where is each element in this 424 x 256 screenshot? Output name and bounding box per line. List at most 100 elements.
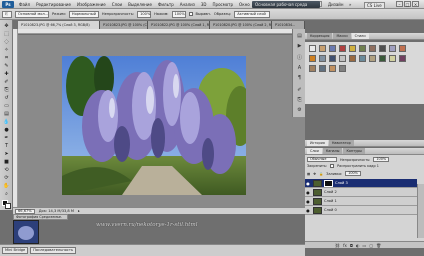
crop-tool-icon[interactable]: ⌗ [3,55,10,61]
style-swatch[interactable] [319,65,326,72]
lasso-tool-icon[interactable]: ◌ [3,39,10,45]
tab-layers[interactable]: Слои [307,148,322,154]
eraser-tool-icon[interactable]: ▭ [3,103,10,109]
lock-all-icon[interactable]: 🔒 [319,172,323,176]
path-selection-tool-icon[interactable]: ➤ [3,151,10,157]
style-swatch[interactable] [309,65,316,72]
paragraph-panel-icon[interactable]: ¶ [296,75,303,81]
tab-navigator[interactable]: Навигатор [328,140,354,146]
tab-adjustments[interactable]: Коррекция [307,33,333,39]
document-tab[interactable]: P1010822.JPG @ 100% (Слой 1, RGB/8) [148,21,210,29]
menu-item[interactable]: Анализ [177,2,198,7]
style-swatch[interactable] [389,55,396,62]
eye-icon[interactable]: ● [305,181,311,186]
design-workspace-link[interactable]: Дизайн [328,1,344,8]
style-swatch[interactable] [329,55,336,62]
menu-item[interactable]: Фильтр [155,2,177,7]
style-swatch[interactable] [309,55,316,62]
layer-mask-thumbnail[interactable] [324,179,333,187]
move-tool-icon[interactable]: ✥ [3,23,10,29]
menu-item[interactable]: Окно [236,2,253,7]
tab-styles[interactable]: Стили [351,33,369,39]
mode-select[interactable]: Нормальный [68,10,99,18]
type-tool-icon[interactable]: T [3,143,10,149]
style-swatch[interactable] [339,55,346,62]
style-swatch[interactable] [399,45,406,52]
eye-icon[interactable]: ● [305,208,311,213]
style-swatch[interactable] [309,45,316,52]
style-swatch[interactable] [319,45,326,52]
gradient-tool-icon[interactable]: ▤ [3,111,10,117]
minimized-document-thumbnail[interactable] [13,220,39,244]
brush-panel-icon[interactable]: ✐ [296,87,303,93]
blend-mode-select[interactable]: Обычные [307,157,337,162]
history-panel-icon[interactable]: ▤ [296,33,303,39]
document-canvas[interactable] [18,35,305,207]
style-swatch[interactable] [349,55,356,62]
blur-tool-icon[interactable]: 💧 [3,119,10,125]
style-swatch[interactable] [369,45,376,52]
layer-row[interactable]: ● Слой 0 [305,206,417,215]
lock-transparency-icon[interactable]: ▦ [307,172,310,176]
character-panel-icon[interactable]: A [296,65,303,71]
unify-checkbox[interactable] [330,164,335,168]
style-swatch[interactable] [329,65,336,72]
style-swatch[interactable] [359,55,366,62]
eyedropper-tool-icon[interactable]: ✎ [3,63,10,69]
history-brush-tool-icon[interactable]: ↺ [3,95,10,101]
actions-panel-icon[interactable]: ▶ [296,43,303,49]
hand-tool-icon[interactable]: ✋ [3,183,10,189]
delete-layer-icon[interactable]: 🗑 [376,243,381,248]
document-tab[interactable]: P1010834... [272,21,305,29]
document-tab[interactable]: P1010823.JPG @ 66,7% (Слой 3, RGB/8) [18,21,100,29]
layers-scrollbar[interactable] [417,184,424,238]
pen-tool-icon[interactable]: ✒ [3,135,10,141]
layer-row[interactable]: ● Слой 2 [305,188,417,197]
menu-item[interactable]: Изображение [74,2,109,7]
zoom-tool-icon[interactable]: ⌕ [3,191,10,197]
layer-row[interactable]: ● Слой 1 [305,197,417,206]
eye-icon[interactable]: ● [305,199,311,204]
menu-item[interactable]: Редактирование [33,2,74,7]
tab-paths[interactable]: Контуры [343,148,365,154]
menu-item[interactable]: Файл [16,2,33,7]
maximize-button[interactable]: □ [404,1,411,7]
link-layers-icon[interactable]: ⛓ [335,243,340,248]
more-workspaces-icon[interactable]: » [349,1,355,8]
style-swatch[interactable] [359,45,366,52]
workspace-switcher-button[interactable]: Основная рабочая среда [252,1,320,8]
flow-field[interactable]: 100% [171,10,186,18]
sample-select[interactable]: Активный слой [234,10,271,18]
close-button[interactable]: × [412,1,419,7]
clone-stamp-tool-icon[interactable]: ⎘ [3,87,10,93]
clone-source-panel-icon[interactable]: ⎘ [296,97,303,103]
menu-item[interactable]: 3D [198,2,210,7]
zoom-level-field[interactable]: 66,67% [15,208,35,214]
style-swatch[interactable] [339,45,346,52]
background-color-swatch[interactable] [5,203,11,209]
layer-row[interactable]: ● Слой 3 [305,179,417,188]
stamp-tool-icon[interactable]: ⎘ [2,10,12,18]
style-swatch[interactable] [329,45,336,52]
menu-item[interactable]: Просмотр [210,2,237,7]
eye-icon[interactable]: ● [305,190,311,195]
tab-channels[interactable]: Каналы [322,148,343,154]
new-group-icon[interactable]: ▭ [363,243,367,248]
dodge-tool-icon[interactable]: ● [3,127,10,133]
menu-item[interactable]: Слои [109,2,125,7]
style-swatch[interactable] [399,55,406,62]
magic-wand-tool-icon[interactable]: ✧ [3,47,10,53]
style-swatch[interactable] [379,55,386,62]
new-layer-icon[interactable]: ▢ [369,243,373,248]
info-panel-icon[interactable]: ⓘ [296,55,303,61]
add-mask-icon[interactable]: ◘ [350,243,353,248]
align-checkbox[interactable] [188,12,193,16]
tool-preset-picker[interactable]: Основной мол... [15,10,49,18]
lock-position-icon[interactable]: ✥ [313,172,316,176]
menu-item[interactable]: Выделение [125,2,155,7]
healing-brush-tool-icon[interactable]: ✚ [3,71,10,77]
style-swatch[interactable] [319,55,326,62]
document-tab[interactable]: P1010823.JPG @ 100% (Слой 1... [100,21,148,29]
horizontal-ruler[interactable] [18,29,305,34]
shape-tool-icon[interactable]: ■ [3,159,10,165]
